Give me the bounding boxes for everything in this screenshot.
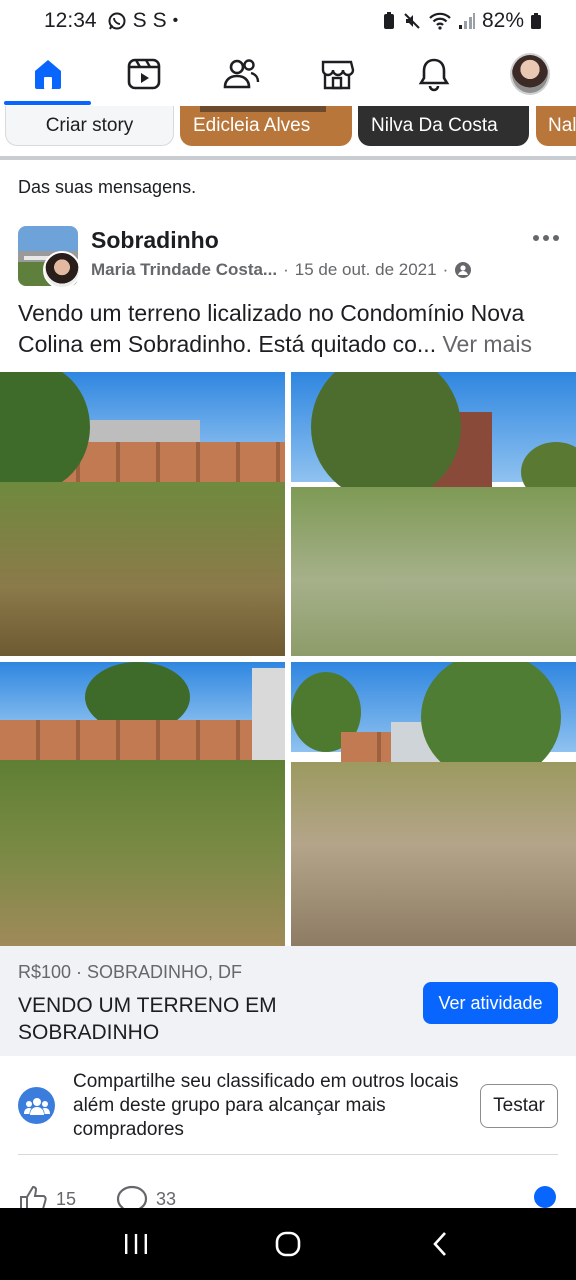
- listing-price-location: R$100 · SOBRADINHO, DF: [18, 962, 243, 982]
- comment-icon: [116, 1185, 148, 1208]
- post-origin-label: Das suas mensagens.: [18, 177, 197, 197]
- video-tab[interactable]: [124, 54, 164, 94]
- listing-photo[interactable]: [291, 372, 576, 656]
- notifications-tab[interactable]: [414, 54, 454, 94]
- view-activity-button[interactable]: Ver atividade: [423, 982, 558, 1024]
- video-icon: [128, 58, 161, 90]
- story-card[interactable]: Nal: [536, 106, 576, 146]
- like-count: 15: [56, 1188, 77, 1209]
- more-dot-icon: [553, 235, 559, 241]
- photo-ground: [0, 482, 285, 656]
- meta-separator: ·: [442, 260, 449, 279]
- like-button[interactable]: 15: [18, 1184, 76, 1208]
- listing-photo[interactable]: [0, 662, 285, 946]
- post-meta: Maria Trindade Costa... · 15 de out. de …: [91, 260, 472, 280]
- home-icon: [35, 60, 61, 89]
- photo-ground: [291, 487, 576, 656]
- story-name: Nal: [548, 115, 576, 136]
- post-date[interactable]: 15 de out. de 2021: [295, 260, 437, 280]
- section-divider: [0, 156, 576, 160]
- see-more-link[interactable]: Ver mais: [442, 331, 531, 357]
- like-icon: [20, 1185, 47, 1208]
- friends-tab[interactable]: [221, 54, 261, 94]
- marketplace-icon: [321, 60, 355, 90]
- reactions-row: 15 33: [0, 1182, 576, 1208]
- friends-icon: [223, 59, 259, 89]
- story-card[interactable]: Nilva Da Costa: [358, 106, 529, 146]
- status-right: 82%: [382, 9, 542, 33]
- create-story-button[interactable]: Criar story: [5, 106, 174, 146]
- back-button[interactable]: [416, 1220, 464, 1268]
- listing-photo[interactable]: [0, 372, 285, 656]
- active-tab-indicator: [4, 101, 91, 105]
- top-navigation: [0, 42, 576, 106]
- more-dot-icon: [543, 235, 549, 241]
- recents-button[interactable]: [112, 1220, 160, 1268]
- story-name: Nilva Da Costa: [371, 115, 498, 136]
- like-reaction-badge-icon: [534, 1186, 556, 1208]
- test-button[interactable]: Testar: [480, 1084, 558, 1128]
- comment-button[interactable]: 33: [116, 1184, 176, 1208]
- photo-building: [80, 420, 200, 442]
- back-chevron-icon: [433, 1232, 446, 1256]
- status-bar: 12:34 S S • 82%: [0, 0, 576, 42]
- notification-dot: •: [172, 12, 179, 29]
- group-name[interactable]: Sobradinho: [91, 227, 219, 254]
- share-notice-text: Compartilhe seu classificado em outros l…: [73, 1071, 459, 1140]
- profile-avatar: [509, 53, 550, 95]
- signal-icon: [458, 12, 476, 30]
- post-body: Vendo um terreno licalizado no Condomíni…: [18, 298, 562, 360]
- home-circle-icon: [275, 1231, 301, 1257]
- clock: 12:34: [44, 9, 97, 32]
- mute-icon: [402, 11, 422, 31]
- wifi-icon: [428, 11, 452, 31]
- meta-separator: ·: [283, 260, 289, 279]
- more-dot-icon: [533, 235, 539, 241]
- comment-count: 33: [156, 1188, 177, 1209]
- photo-ground: [291, 762, 576, 946]
- battery-percent: 82%: [481, 9, 524, 32]
- whatsapp-icon: [107, 11, 127, 31]
- stories-strip: Criar story Edicleia Alves Nilva Da Cost…: [0, 106, 576, 154]
- home-button[interactable]: [264, 1220, 312, 1268]
- photo-ground: [0, 760, 285, 946]
- battery-saver-icon: [382, 11, 396, 31]
- author-avatar[interactable]: [43, 251, 81, 289]
- listing-title[interactable]: VENDO UM TERRENO EM SOBRADINHO: [18, 992, 338, 1046]
- story-card[interactable]: Edicleia Alves: [180, 106, 352, 146]
- notification-s-1: S: [132, 9, 147, 32]
- profile-tab[interactable]: [509, 53, 550, 95]
- divider: [18, 1154, 558, 1155]
- post-options-button[interactable]: [528, 226, 564, 250]
- author-name[interactable]: Maria Trindade Costa...: [91, 260, 277, 280]
- bell-icon: [418, 58, 449, 92]
- notification-s-2: S: [152, 9, 167, 32]
- listing-photo[interactable]: [291, 662, 576, 946]
- battery-icon: [530, 12, 542, 30]
- recents-icon: [125, 1234, 147, 1254]
- group-audience-icon: [455, 262, 472, 278]
- home-tab[interactable]: [28, 54, 68, 94]
- marketplace-tab[interactable]: [317, 54, 357, 94]
- group-share-icon: [18, 1087, 55, 1124]
- status-left: 12:34 S S •: [44, 9, 178, 33]
- system-navigation-bar: [0, 1208, 576, 1280]
- story-name: Edicleia Alves: [193, 115, 311, 136]
